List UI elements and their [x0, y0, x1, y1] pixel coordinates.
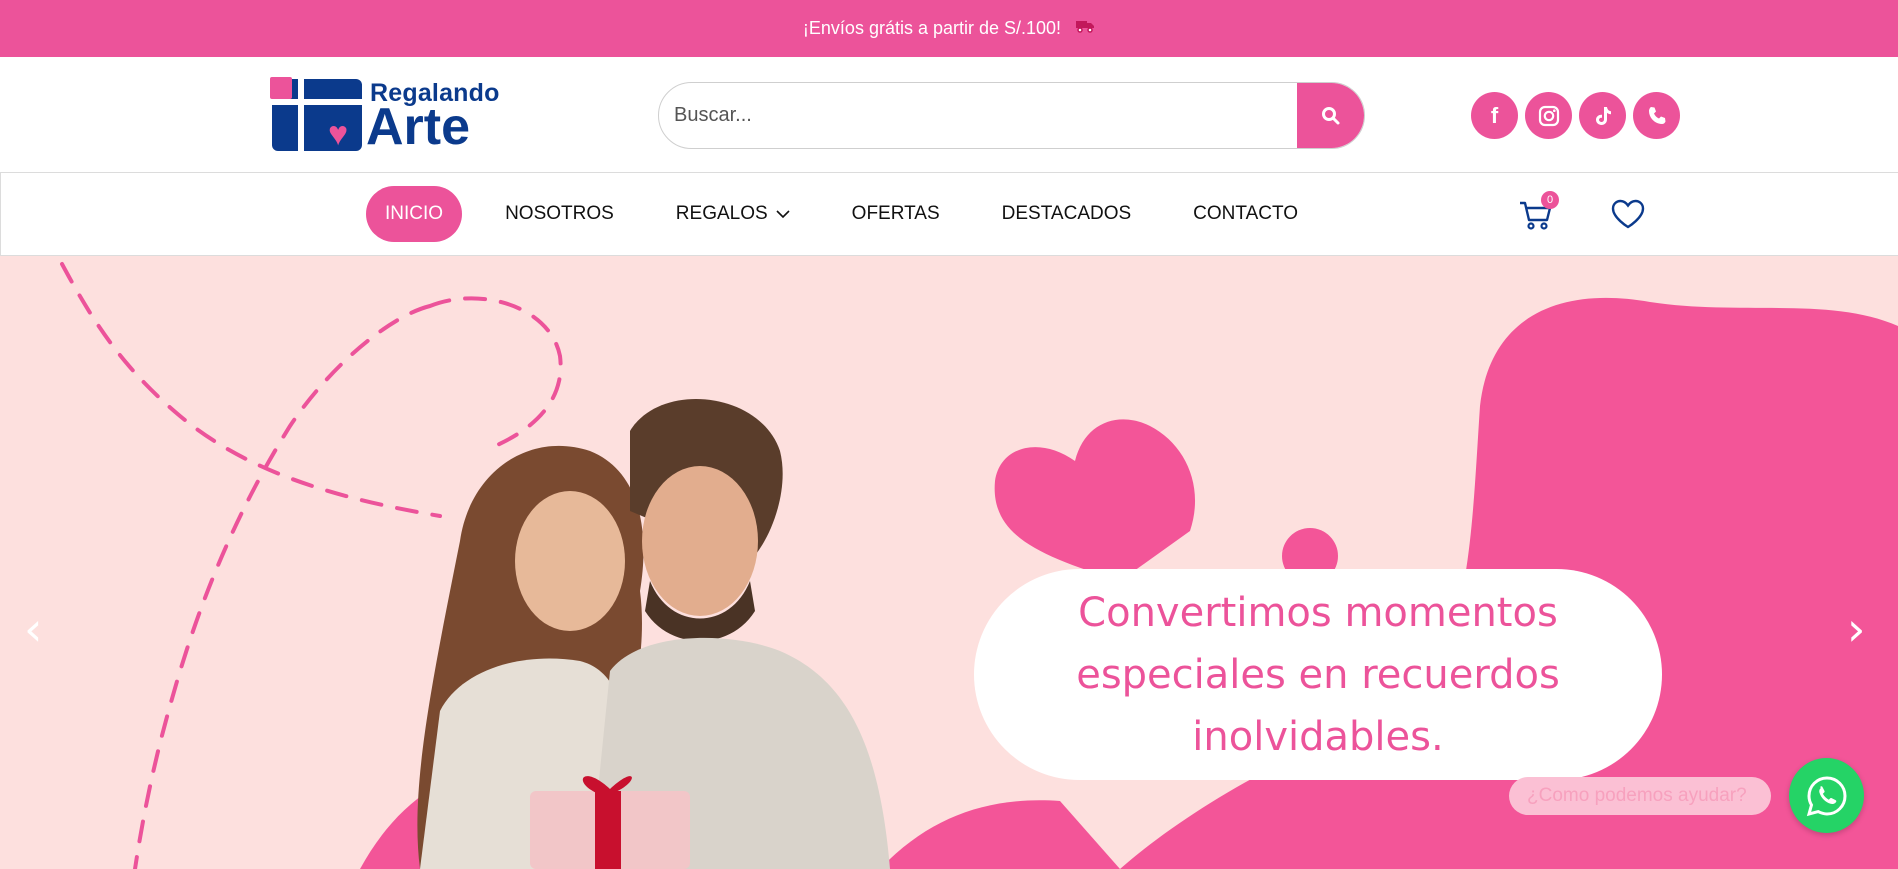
hero-slider: Convertimos momentos especiales en recue…	[0, 256, 1898, 869]
nav-item-inicio[interactable]: INICIO	[366, 186, 463, 242]
tiktok-link[interactable]	[1579, 92, 1626, 139]
slider-next-button[interactable]: ›	[1847, 606, 1865, 652]
logo-heart-icon: ♥	[328, 115, 349, 153]
nav-item-regalos[interactable]: REGALOS	[657, 186, 809, 242]
facebook-icon: f	[1490, 102, 1499, 128]
chevron-left-icon: ‹	[24, 602, 43, 656]
search-input[interactable]	[659, 83, 1299, 148]
nav-item-ofertas[interactable]: OFERTAS	[833, 186, 959, 242]
site-logo[interactable]: ♥ Regalando Arte	[270, 77, 500, 153]
nav-item-contacto[interactable]: CONTACTO	[1174, 186, 1317, 242]
phone-link[interactable]	[1633, 92, 1680, 139]
wishlist-button[interactable]	[1610, 198, 1646, 235]
nav-item-destacados[interactable]: DESTACADOS	[983, 186, 1151, 242]
logo-accent	[270, 77, 292, 99]
nav-item-label: NOSOTROS	[505, 203, 614, 224]
cart-button[interactable]: 0	[1519, 191, 1559, 231]
logo-text-bottom: Arte	[366, 98, 471, 156]
logo-ribbon-horizontal	[272, 99, 362, 105]
heart-icon	[1611, 199, 1645, 229]
nav-item-nosotros[interactable]: NOSOTROS	[486, 186, 633, 242]
nav-item-label: INICIO	[385, 203, 444, 224]
nav-menu: INICIO NOSOTROS REGALOS OFERTAS DESTACAD…	[366, 186, 1341, 242]
nav-item-label: DESTACADOS	[1001, 203, 1132, 224]
instagram-link[interactable]	[1525, 92, 1572, 139]
hero-headline-bubble: Convertimos momentos especiales en recue…	[974, 569, 1662, 780]
whatsapp-icon	[1806, 775, 1847, 816]
social-links: f	[1471, 92, 1680, 139]
couple-photo	[417, 398, 890, 869]
instagram-icon	[1538, 105, 1559, 126]
tiktok-icon	[1595, 106, 1611, 125]
chevron-down-icon	[776, 203, 790, 225]
phone-icon	[1648, 106, 1665, 124]
chevron-right-icon: ›	[1847, 602, 1866, 656]
truck-icon	[1075, 19, 1095, 38]
hero-headline: Convertimos momentos especiales en recue…	[1076, 589, 1560, 760]
chat-prompt-text: ¿Como podemos ayudar?	[1527, 785, 1747, 806]
chat-prompt[interactable]: ¿Como podemos ayudar?	[1509, 777, 1771, 815]
slider-prev-button[interactable]: ‹	[24, 606, 42, 652]
nav-item-label: OFERTAS	[851, 203, 940, 224]
nav-item-label: REGALOS	[675, 203, 768, 224]
promo-text: ¡Envíos grátis a partir de S/.100!	[802, 18, 1062, 38]
search-icon	[1321, 106, 1339, 124]
logo-ribbon-vertical	[298, 79, 304, 151]
facebook-link[interactable]: f	[1471, 92, 1518, 139]
site-header: ♥ Regalando Arte f	[0, 57, 1898, 172]
search-button[interactable]	[1297, 83, 1364, 148]
nav-item-label: CONTACTO	[1193, 203, 1299, 224]
promo-bar: ¡Envíos grátis a partir de S/.100!	[0, 0, 1898, 57]
whatsapp-button[interactable]	[1789, 758, 1864, 833]
main-nav: INICIO NOSOTROS REGALOS OFERTAS DESTACAD…	[0, 172, 1898, 256]
cart-count-badge: 0	[1541, 191, 1559, 209]
search-bar	[658, 82, 1365, 149]
